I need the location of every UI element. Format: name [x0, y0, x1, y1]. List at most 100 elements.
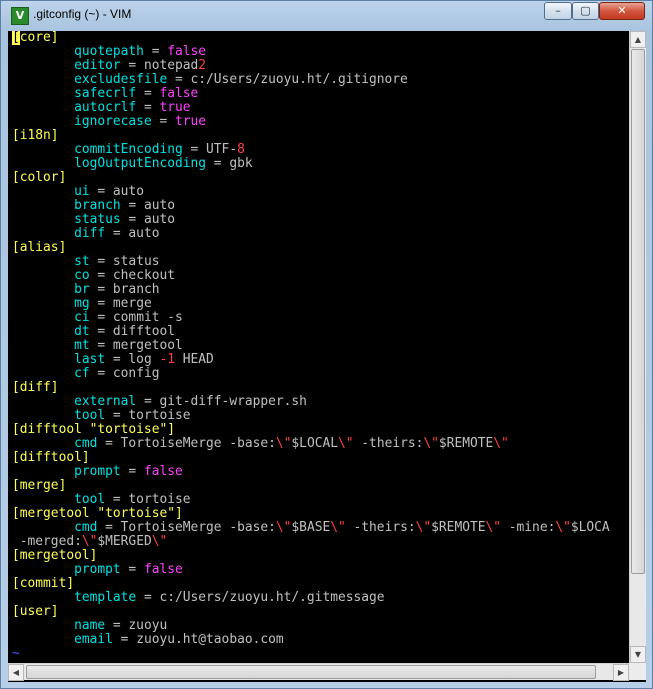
- code-token: \": [493, 436, 509, 451]
- code-line: ci = commit -s: [12, 311, 626, 325]
- window-title: .gitconfig (~) - VIM: [33, 7, 132, 21]
- code-token: = c:/Users/zuoyu.ht/.gitignore: [167, 72, 408, 87]
- section-header: [merge]: [12, 478, 67, 493]
- code-line: [merge]: [12, 479, 626, 493]
- code-token: = tortoise: [105, 492, 191, 507]
- vertical-scroll-thumb[interactable]: [631, 49, 645, 574]
- code-line: prompt = false: [12, 465, 626, 479]
- text-editor[interactable]: [core] quotepath = false editor = notepa…: [12, 31, 626, 663]
- close-button[interactable]: ✕: [599, 2, 645, 20]
- code-token: = checkout: [89, 268, 175, 283]
- code-line: mt = mergetool: [12, 339, 626, 353]
- code-token: = status: [89, 254, 160, 269]
- code-line: [diff]: [12, 381, 626, 395]
- code-token: = auto: [105, 226, 160, 241]
- code-token: = TortoiseMerge -base:: [97, 520, 276, 535]
- section-header: [user]: [12, 604, 59, 619]
- code-token: = tortoise: [105, 408, 191, 423]
- scroll-right-arrow-icon[interactable]: ▶: [613, 664, 629, 681]
- code-line: editor = notepad2: [12, 59, 626, 73]
- code-line: st = status: [12, 255, 626, 269]
- code-token: \": [330, 520, 346, 535]
- code-line: name = zuoyu: [12, 619, 626, 633]
- horizontal-scrollbar[interactable]: ◀ ▶: [8, 663, 629, 681]
- code-token: $LOCAL: [291, 436, 338, 451]
- code-token: = config: [89, 366, 160, 381]
- code-line: commitEncoding = UTF-8: [12, 143, 626, 157]
- code-line: ignorecase = true: [12, 115, 626, 129]
- code-token: 8: [237, 142, 245, 157]
- code-token: $LOCA: [570, 520, 610, 535]
- config-key: logOutputEncoding: [74, 156, 207, 171]
- code-token: = notepad: [120, 58, 199, 73]
- code-token: \": [275, 436, 292, 451]
- config-key: excludesfile: [74, 72, 168, 87]
- code-line: [color]: [12, 171, 626, 185]
- code-line: prompt = false: [12, 563, 626, 577]
- config-key: ignorecase: [74, 114, 152, 129]
- code-token: -1: [159, 352, 175, 367]
- code-token: -merged:: [12, 534, 82, 549]
- code-token: \": [275, 520, 292, 535]
- config-key: last: [74, 352, 106, 367]
- title-bar[interactable]: V .gitconfig (~) - VIM – ▢ ✕: [1, 1, 653, 31]
- code-token: false: [143, 464, 183, 479]
- code-line: template = c:/Users/zuoyu.ht/.gitmessage: [12, 591, 626, 605]
- code-token: = merge: [89, 296, 152, 311]
- minimize-button[interactable]: –: [544, 2, 572, 20]
- config-key: commitEncoding: [74, 142, 183, 157]
- vim-client-area: [core] quotepath = false editor = notepa…: [8, 31, 646, 682]
- code-line: quotepath = false: [12, 45, 626, 59]
- section-header: [i18n]: [12, 128, 59, 143]
- config-key: cf: [74, 366, 90, 381]
- config-key: status: [74, 212, 121, 227]
- code-line: mg = merge: [12, 297, 626, 311]
- maximize-button[interactable]: ▢: [572, 2, 599, 20]
- scroll-up-arrow-icon[interactable]: ▲: [630, 31, 646, 48]
- vim-app-icon[interactable]: V: [11, 7, 29, 25]
- config-key: mt: [74, 338, 90, 353]
- config-key: tool: [74, 492, 106, 507]
- code-line: [mergetool]: [12, 549, 626, 563]
- code-line: email = zuoyu.ht@taobao.com: [12, 633, 626, 647]
- scroll-down-arrow-icon[interactable]: ▼: [630, 646, 646, 663]
- config-key: safecrlf: [74, 86, 137, 101]
- config-key: editor: [74, 58, 121, 73]
- code-line: [commit]: [12, 577, 626, 591]
- section-header: [difftool "tortoise"]: [12, 422, 175, 437]
- code-token: = branch: [89, 282, 160, 297]
- horizontal-scroll-thumb[interactable]: [26, 665, 596, 679]
- code-token: = auto: [89, 184, 144, 199]
- scrollbar-corner: [629, 663, 646, 680]
- code-line: tool = tortoise: [12, 409, 626, 423]
- code-token: =: [151, 114, 175, 129]
- code-token: $REMOTE: [438, 436, 494, 451]
- code-line: [mergetool "tortoise"]: [12, 507, 626, 521]
- config-key: external: [74, 394, 137, 409]
- vertical-scrollbar[interactable]: ▲ ▼: [629, 31, 646, 663]
- code-line: cmd = TortoiseMerge -base:\"$BASE\" -the…: [12, 521, 626, 535]
- section-header: [difftool]: [12, 450, 90, 465]
- config-key: tool: [74, 408, 106, 423]
- code-line: dt = difftool: [12, 325, 626, 339]
- scroll-left-arrow-icon[interactable]: ◀: [8, 664, 24, 681]
- config-key: prompt: [74, 464, 121, 479]
- config-key: ci: [74, 310, 90, 325]
- code-token: false: [159, 86, 199, 101]
- code-line: diff = auto: [12, 227, 626, 241]
- code-token: \": [151, 534, 168, 549]
